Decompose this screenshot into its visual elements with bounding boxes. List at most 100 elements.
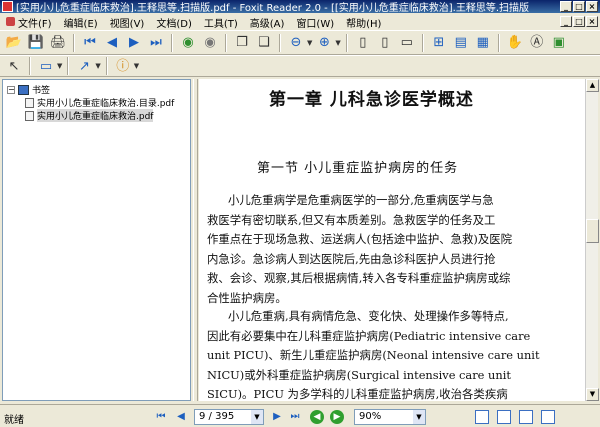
bookmark-item-selected[interactable]: 实用小儿危重症临床救治.pdf	[25, 109, 154, 122]
previous-page-icon[interactable]: ◀	[174, 410, 188, 424]
scroll-thumb[interactable]	[586, 219, 599, 243]
first-page-icon[interactable]: ⏮	[154, 410, 168, 424]
maximize-button[interactable]: □	[573, 1, 585, 12]
text-line: NICU)或外科重症监护病房(Surgical intensive care u…	[207, 367, 511, 382]
next-page-icon[interactable]: ▶	[270, 410, 284, 424]
go-back-icon[interactable]: ◉	[178, 33, 198, 53]
zoom-field[interactable]: 90% ▼	[354, 408, 426, 425]
text-line: 救、会诊、观察,其后根据病情,转入各专科重症监护病房或综	[207, 271, 511, 285]
text-line: 因此有必要集中在儿科重症监护病房(Pediatric intensive car…	[207, 328, 531, 343]
panel-splitter[interactable]	[193, 79, 198, 401]
doc-restore-button[interactable]: □	[573, 16, 585, 27]
fit-width-icon[interactable]: ▭	[397, 33, 417, 53]
form-field-dropdown-icon[interactable]: ▼	[57, 62, 62, 70]
zoom-out-icon[interactable]: ⊖	[286, 33, 306, 53]
first-page-icon[interactable]: ⏮	[80, 33, 100, 53]
status-bar: 就绪 ⏮ ◀ 9 / 395 ▼ ▶ ⏭ ◀ ▶ 90% ▼	[0, 404, 600, 427]
print-icon[interactable]: 🖨	[48, 33, 68, 53]
facing-view-icon[interactable]	[519, 409, 533, 424]
fit-page-icon[interactable]: ▯	[375, 33, 395, 53]
continuous-facing-view-icon[interactable]	[541, 409, 555, 424]
go-forward-icon[interactable]: ▶	[330, 409, 344, 424]
copy-icon[interactable]: ❐	[232, 33, 252, 53]
menu-tools[interactable]: 工具(T)	[198, 15, 244, 30]
chapter-title: 第一章 儿科急诊医学概述	[269, 90, 474, 110]
text-line: 作重点在于现场急救、运送病人(包括途中监护、急救)及医院	[207, 232, 513, 246]
minimize-button[interactable]: _	[560, 1, 572, 12]
continuous-view-icon[interactable]	[497, 409, 511, 424]
zoom-dropdown-icon[interactable]: ▼	[413, 409, 425, 424]
menu-file[interactable]: 文件(F)	[4, 15, 58, 30]
menu-edit[interactable]: 编辑(E)	[58, 15, 104, 30]
menu-document[interactable]: 文档(D)	[150, 15, 198, 30]
toolbar-separator	[67, 57, 70, 75]
window-title: [实用小儿危重症临床救治].王释思等.扫描版.pdf - Foxit Reade…	[16, 3, 530, 13]
text-select-icon[interactable]: Ⓐ	[527, 33, 547, 53]
close-button[interactable]: ×	[586, 1, 598, 12]
toolbar-separator	[29, 57, 31, 75]
vertical-scrollbar[interactable]: ▲ ▼	[585, 79, 599, 401]
actual-size-icon[interactable]: ▯	[353, 33, 373, 53]
bookmark-root-label: 书签	[32, 86, 51, 96]
page-dropdown-icon[interactable]: ▼	[251, 409, 263, 424]
menu-advanced[interactable]: 高级(A)	[244, 15, 291, 30]
bookmark-item-label: 实用小儿危重症临床救治.目录.pdf	[37, 99, 175, 109]
text-line: 小儿危重病学是危重病医学的一部分,危重病医学与急	[228, 193, 494, 207]
menu-window[interactable]: 窗口(W)	[290, 15, 340, 30]
toolbar-separator	[105, 57, 108, 75]
menu-help[interactable]: 帮助(H)	[340, 15, 387, 30]
last-page-icon[interactable]: ⏭	[146, 33, 166, 53]
toolbar-separator	[421, 33, 424, 52]
doc-close-button[interactable]: ×	[586, 16, 598, 27]
bookmark-item[interactable]: 实用小儿危重症临床救治.目录.pdf	[25, 96, 174, 109]
help-dropdown-icon[interactable]: ▼	[134, 62, 139, 70]
go-forward-icon[interactable]: ◉	[200, 33, 220, 53]
zoom-in-icon[interactable]: ⊕	[314, 33, 334, 53]
bookmark-item-label: 实用小儿危重症临床救治.pdf	[37, 109, 154, 122]
continuous-page-icon[interactable]: ▦	[473, 33, 493, 53]
paragraph-2: 小儿危重病,具有病情危急、变化快、处理操作多等特点, 因此有必要集中在儿科重症监…	[199, 307, 585, 401]
single-page-icon[interactable]: ▤	[451, 33, 471, 53]
single-page-view-icon[interactable]	[475, 409, 489, 424]
arrow-tool-icon[interactable]: ↗	[74, 56, 94, 76]
go-back-icon[interactable]: ◀	[310, 409, 324, 424]
toolbar-separator	[279, 33, 281, 52]
bookmark-page-icon	[25, 97, 34, 108]
zoom-in-dropdown-icon[interactable]: ▼	[335, 39, 340, 47]
previous-page-icon[interactable]: ◀	[102, 33, 122, 53]
find-binoculars-icon[interactable]: ⊞	[429, 33, 449, 53]
paste-icon[interactable]: ❑	[254, 33, 274, 53]
page-number-field[interactable]: 9 / 395 ▼	[194, 408, 264, 425]
doc-minimize-button[interactable]: _	[560, 16, 572, 27]
secondary-toolbar: ↖ ▭ ▼ ↗ ▼ ⓘ ▼	[0, 55, 600, 77]
menu-view[interactable]: 视图(V)	[104, 15, 151, 30]
page-number-value: 9 / 395	[199, 410, 235, 422]
bookmark-page-icon	[25, 110, 34, 121]
form-field-icon[interactable]: ▭	[36, 56, 56, 76]
text-line: unit PICU)、新生儿重症监护病房(Neonal intensive ca…	[207, 348, 540, 362]
next-page-icon[interactable]: ▶	[124, 33, 144, 53]
title-bar: [实用小儿危重症临床救治].王释思等.扫描版.pdf - Foxit Reade…	[0, 0, 600, 13]
text-line: 救医学有密切联系,但又有本质差别。急救医学的任务及工	[207, 212, 496, 227]
status-text: 就绪	[4, 415, 24, 426]
zoom-out-dropdown-icon[interactable]: ▼	[307, 39, 312, 47]
document-view[interactable]: 第一章 儿科急诊医学概述 第一节 小儿重症监护病房的任务 小儿危重病学是危重病医…	[199, 79, 585, 401]
zoom-value: 90%	[359, 410, 382, 422]
arrow-tool-dropdown-icon[interactable]: ▼	[95, 62, 100, 70]
collapse-icon[interactable]: −	[7, 85, 15, 94]
text-line: 合性监护病房。	[207, 290, 287, 305]
open-folder-icon[interactable]: 📂	[4, 33, 24, 53]
select-arrow-icon[interactable]: ↖	[4, 56, 24, 76]
scroll-down-icon[interactable]: ▼	[586, 388, 599, 401]
bookmark-root[interactable]: − 书签	[7, 83, 50, 96]
section-title: 第一节 小儿重症监护病房的任务	[257, 161, 459, 176]
toolbar-separator	[171, 33, 173, 52]
snapshot-icon[interactable]: ▣	[549, 33, 569, 53]
hand-tool-icon[interactable]: ✋	[505, 33, 525, 53]
toolbar-separator	[73, 33, 75, 52]
scroll-up-icon[interactable]: ▲	[586, 79, 599, 92]
help-icon[interactable]: ⓘ	[113, 56, 133, 76]
last-page-icon[interactable]: ⏭	[288, 410, 302, 424]
save-icon[interactable]: 💾	[26, 33, 46, 53]
paragraph-1: 小儿危重病学是危重病医学的一部分,危重病医学与急 救医学有密切联系,但又有本质差…	[199, 191, 585, 308]
